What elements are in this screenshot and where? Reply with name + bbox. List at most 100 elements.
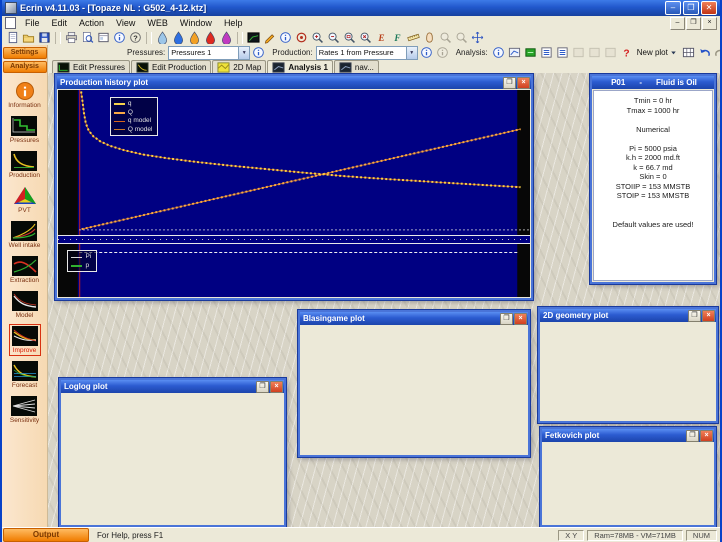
loglog-window: Loglog plot ❐ × Integral of normalized p… — [59, 378, 286, 527]
sidebar-item-forecast[interactable]: Forecast — [9, 359, 41, 391]
menu-item[interactable]: Help — [218, 17, 249, 29]
sidebar-item-sensitivity[interactable]: Sensitivity — [7, 394, 42, 426]
result-line — [594, 201, 712, 211]
open-file-icon[interactable] — [21, 31, 36, 45]
geometry-window: 2D geometry plot ❐ × — [538, 307, 718, 423]
sidebar-item-extraction[interactable]: Extraction — [7, 254, 42, 286]
zoom-out-icon[interactable] — [326, 31, 341, 45]
restore-button[interactable]: ❐ — [686, 430, 699, 442]
module-droplet-orange-icon[interactable] — [187, 31, 202, 45]
mdi-restore-button[interactable]: ❐ — [686, 17, 701, 30]
module-droplet-gray-icon[interactable] — [155, 31, 170, 45]
print-icon[interactable] — [64, 31, 79, 45]
move-points-icon[interactable] — [470, 31, 485, 45]
mdi-close-button[interactable]: × — [702, 17, 717, 30]
undo-icon[interactable] — [697, 46, 712, 60]
output-button[interactable]: Output — [3, 528, 89, 542]
window-title-bar: Blasingame plot ❐ × — [300, 312, 528, 325]
result-line: k.h = 2000 md.ft — [594, 153, 712, 163]
close-icon[interactable]: × — [514, 313, 527, 325]
production-info-icon[interactable] — [419, 46, 434, 60]
sidebar-item-pvt[interactable]: PVT — [9, 184, 41, 216]
pan-hand-icon[interactable] — [422, 31, 437, 45]
ruler-icon[interactable] — [406, 31, 421, 45]
disabled-icon[interactable] — [571, 46, 586, 60]
pressures-info-icon[interactable] — [251, 46, 266, 60]
search-disabled2-icon[interactable] — [454, 31, 469, 45]
plot-background-icon[interactable] — [246, 31, 261, 45]
close-icon[interactable]: × — [517, 77, 530, 89]
result-line — [594, 115, 712, 125]
sidebar-item-well-intake[interactable]: Well intake — [6, 219, 44, 251]
pressure-history-chart[interactable]: Pi p — [58, 244, 530, 297]
close-icon[interactable]: × — [700, 430, 713, 442]
close-icon[interactable]: × — [270, 381, 283, 393]
settings-button[interactable]: Settings — [3, 47, 47, 59]
menu-item[interactable]: Action — [73, 17, 110, 29]
tab-nav[interactable]: nav... — [334, 60, 379, 73]
disabled-icon[interactable] — [603, 46, 618, 60]
tag-e-icon[interactable]: E — [374, 31, 389, 45]
chevron-down-icon[interactable]: ▼ — [406, 47, 417, 59]
menu-item[interactable]: Edit — [46, 17, 74, 29]
sidebar-item-information[interactable]: Information — [5, 79, 44, 111]
analysis-info-icon[interactable] — [491, 46, 506, 60]
sidebar-item-improve[interactable]: Improve — [9, 324, 41, 356]
menu-item[interactable]: View — [110, 17, 141, 29]
chevron-down-icon[interactable]: ▼ — [238, 47, 249, 59]
search-disabled-icon[interactable] — [438, 31, 453, 45]
production-select[interactable]: Rates 1 from Pressure ▼ — [316, 46, 418, 60]
point-info-icon[interactable] — [278, 31, 293, 45]
production-history-chart[interactable]: q Q q model Q model — [58, 90, 530, 235]
save-icon[interactable] — [37, 31, 52, 45]
new-plot-button[interactable]: New plot — [635, 46, 680, 60]
target-icon[interactable] — [294, 31, 309, 45]
document-info-icon[interactable] — [112, 31, 127, 45]
plot-grid-icon[interactable] — [681, 46, 696, 60]
analysis-chart-icon[interactable] — [507, 46, 522, 60]
zoom-in-icon[interactable] — [310, 31, 325, 45]
analysis-green-icon[interactable] — [523, 46, 538, 60]
restore-button[interactable]: ❐ — [256, 381, 269, 393]
module-droplet-magenta-icon[interactable] — [219, 31, 234, 45]
print-preview-icon[interactable] — [80, 31, 95, 45]
new-document-icon[interactable] — [5, 31, 20, 45]
mdi-minimize-button[interactable]: – — [670, 17, 685, 30]
tag-f-icon[interactable]: F — [390, 31, 405, 45]
sidebar-item-model[interactable]: Model — [9, 289, 41, 321]
report-list-icon[interactable] — [539, 46, 554, 60]
zoom-reset-icon[interactable] — [358, 31, 373, 45]
sidebar-item-pressures[interactable]: Pressures — [7, 114, 42, 146]
menu-item[interactable]: Window — [174, 17, 218, 29]
minimize-button[interactable]: – — [665, 1, 681, 15]
sidebar-item-production[interactable]: Production — [6, 149, 43, 181]
tab-edit-production[interactable]: Edit Production — [131, 60, 211, 73]
tab-analysis-1[interactable]: Analysis 1 — [267, 60, 333, 73]
analysis-button[interactable]: Analysis — [3, 61, 47, 73]
close-icon[interactable]: × — [702, 310, 715, 322]
chevron-down-icon[interactable] — [669, 46, 678, 60]
menu-item[interactable]: WEB — [141, 17, 174, 29]
redo-icon[interactable] — [713, 46, 722, 60]
window-title: Fetkovich plot — [545, 431, 685, 440]
report-list2-icon[interactable] — [555, 46, 570, 60]
restore-button[interactable]: ❐ — [688, 310, 701, 322]
result-line: STOIIP = 153 MMSTB — [594, 182, 712, 192]
pressures-select[interactable]: Pressures 1 ▼ — [168, 46, 250, 60]
tab-2d-map[interactable]: 2D Map — [212, 60, 266, 73]
kappa-help-icon[interactable]: ? — [619, 46, 634, 60]
disabled-icon[interactable] — [587, 46, 602, 60]
tab-edit-pressures[interactable]: Edit Pressures — [52, 60, 130, 73]
maximize-button[interactable]: ❐ — [683, 1, 699, 15]
restore-button[interactable]: ❐ — [503, 77, 516, 89]
module-droplet-blue-icon[interactable] — [171, 31, 186, 45]
restore-button[interactable]: ❐ — [500, 313, 513, 325]
close-button[interactable]: ✕ — [701, 1, 717, 15]
edit-pencil-icon[interactable] — [262, 31, 277, 45]
zoom-window-icon[interactable] — [342, 31, 357, 45]
module-droplet-red-icon[interactable] — [203, 31, 218, 45]
window-title: Production history plot — [60, 78, 502, 87]
page-setup-icon[interactable] — [96, 31, 111, 45]
help-icon[interactable]: ? — [128, 31, 143, 45]
menu-item[interactable]: File — [19, 17, 46, 29]
